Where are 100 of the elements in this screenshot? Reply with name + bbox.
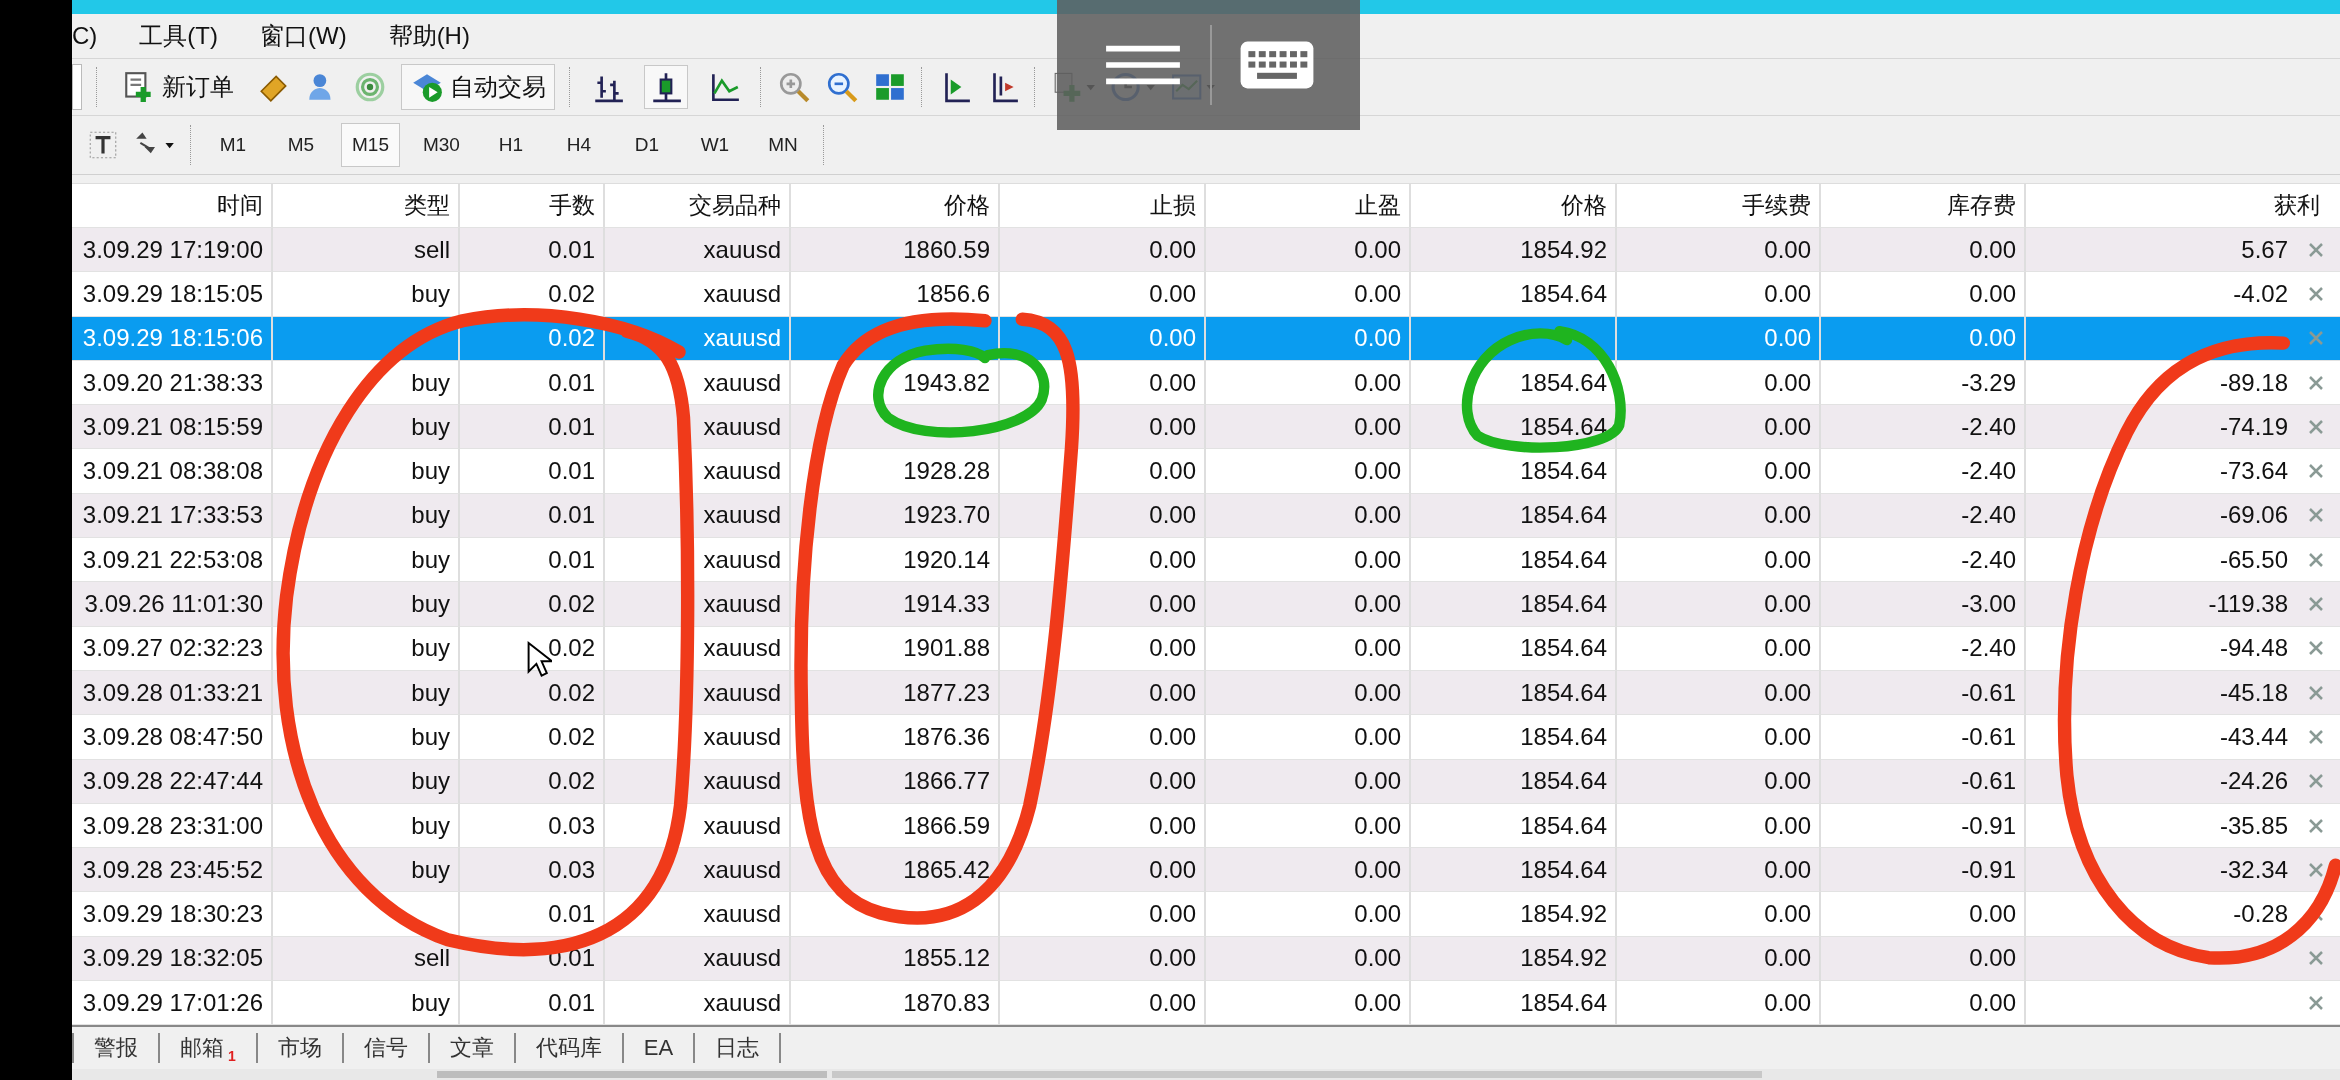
period-button[interactable]: M1 (205, 123, 261, 167)
period-button[interactable]: M15 (341, 123, 400, 167)
table-cell: 3.09.29 17:01:26 (82, 988, 263, 1017)
table-cell: 0.00 (1764, 634, 1811, 663)
bottom-tab[interactable]: EA (623, 1035, 694, 1062)
table-cell: xauusd (703, 501, 781, 530)
period-button[interactable]: H1 (482, 123, 539, 167)
table-cell: -0.91 (1961, 855, 2016, 884)
table-cell: -74.19 (2219, 412, 2288, 441)
bottom-tab[interactable]: 邮箱 $_{1}$ (160, 1033, 256, 1064)
zoom-out-icon[interactable] (825, 70, 859, 104)
table-cell: 0.00 (1354, 988, 1401, 1017)
table-cell: -119.38 (2208, 590, 2288, 618)
menu-item[interactable]: 帮助(H) (388, 20, 470, 52)
table-cell: 1943.82 (903, 368, 990, 397)
menu-item[interactable]: 工具(T) (139, 20, 218, 52)
table-cell: 0.01 (548, 501, 595, 530)
table-cell: 0.00 (1149, 678, 1196, 707)
signal-icon[interactable] (353, 70, 387, 104)
table-cell: 0.00 (1764, 678, 1811, 707)
scrollbar-thumb[interactable] (437, 1071, 827, 1079)
period-button[interactable]: D1 (618, 123, 675, 167)
table-row[interactable]: 3.09.29 17:19:00 sell 0.01 xauusd 1860.59 0.00 0.00 1854.92 0.00 0.00 5.67 (72, 228, 2340, 273)
table-cell: 0.00 (1764, 855, 1811, 884)
table-cell: sell (414, 235, 450, 264)
table-row[interactable]: 3.09.29 18:15:05 buy 0.02 xauusd 1856.6 0.00 0.00 1854.64 0.00 0.00 -4.02 (72, 272, 2340, 317)
table-cell: 1854.64 (1520, 368, 1607, 397)
table-row[interactable]: 3.09.21 17:33:53 buy 0.01 xauusd 1923.70 0.00 0.00 1854.64 0.00 -2.40 -69.06 (72, 493, 2340, 539)
table-cell: 0.00 (1354, 412, 1401, 441)
table-cell: -2.40 (1961, 412, 2016, 441)
table-cell: 3.09.21 17:33:53 (82, 501, 263, 530)
table-cell: buy (411, 412, 450, 441)
table-cell: 3.09.21 22:53:08 (82, 545, 263, 574)
table-cell: -2.40 (1961, 501, 2016, 530)
table-cell: 0.00 (1764, 944, 1811, 973)
table-row[interactable]: 3.09.29 17:01:26 buy 0.01 xauusd 1870.83 0.00 0.00 1854.64 0.00 0.00 (72, 981, 2340, 1026)
bottom-tab[interactable]: 信号 (343, 1033, 428, 1064)
table-cell: buy (411, 545, 450, 574)
table-row[interactable]: 3.09.28 22:47:44 buy 0.02 xauusd 1866.77 0.00 0.00 1854.64 0.00 -0.61 -24.26 (72, 759, 2340, 804)
table-cell: 0.02 (548, 634, 595, 663)
table-row[interactable]: 3.09.28 23:45:52 buy 0.03 xauusd 1865.42 0.00 0.00 1854.64 0.00 -0.91 -32.34 (72, 848, 2340, 893)
table-cell: 0.00 (1149, 279, 1196, 308)
period-button[interactable]: M5 (273, 123, 329, 167)
candlestick-button[interactable] (644, 65, 688, 109)
table-row[interactable]: 3.09.21 22:53:08 buy 0.01 xauusd 1920.14 0.00 0.00 1854.64 0.00 -2.40 -65.50 (72, 538, 2340, 583)
table-cell: buy (411, 855, 450, 884)
table-cell: -2.40 (1961, 457, 2016, 486)
period-button[interactable]: M30 (411, 123, 471, 167)
table-cell: 1923.70 (903, 501, 990, 530)
table-cell: 1865.42 (903, 855, 990, 884)
table-cell: 0.00 (1969, 324, 2016, 353)
table-row[interactable]: 3.09.20 21:38:33 buy 0.01 xauusd 1943.82 0.00 0.00 1854.64 0.00 -3.29 -89.18 (72, 360, 2340, 406)
period-button[interactable]: H4 (550, 123, 607, 167)
table-cell: buy (411, 722, 450, 751)
table-cell: 3.09.29 18:30:23 (82, 900, 263, 929)
bottom-tab[interactable]: 市场 (257, 1033, 342, 1064)
table-cell: 0.00 (1149, 634, 1196, 663)
toolbar-button[interactable] (72, 64, 82, 110)
table-row[interactable]: 3.09.21 08:38:08 buy 0.01 xauusd 1928.28 0.00 0.00 1854.64 0.00 -2.40 -73.64 (72, 449, 2340, 494)
menu-item[interactable]: 窗口(W) (260, 20, 347, 52)
table-cell: xauusd (703, 944, 781, 973)
table-row[interactable]: 3.09.28 23:31:00 buy 0.03 xauusd 1866.59 0.00 0.00 1854.64 0.00 -0.91 -35.85 (72, 803, 2340, 849)
table-cell: 0.00 (1764, 235, 1811, 264)
table-row[interactable]: 3.09.28 08:47:50 buy 0.02 xauusd 1876.36 0.00 0.00 1854.64 0.00 -0.61 -43.44 (72, 715, 2340, 760)
table-cell: 0.00 (1764, 722, 1811, 751)
table-cell: buy (411, 678, 450, 707)
table-cell: 0.01 (548, 368, 595, 397)
autotrading-button[interactable]: 自动交易 (401, 64, 555, 110)
table-cell: buy (411, 811, 450, 840)
table-cell: 0.01 (548, 900, 595, 929)
table-cell: 0.00 (1969, 279, 2016, 308)
table-cell: 0.00 (1149, 855, 1196, 884)
bottom-tab[interactable]: 日志 (695, 1033, 780, 1064)
scrollbar-thumb[interactable] (832, 1071, 1762, 1079)
table-row[interactable]: 3.09.26 11:01:30 buy 0.02 xauusd 1914.33 0.00 0.00 1854.64 0.00 -3.00 -119.38 (72, 582, 2340, 627)
table-cell: 0.00 (1354, 235, 1401, 264)
period-button[interactable]: W1 (686, 123, 743, 167)
table-cell: xauusd (703, 324, 781, 353)
table-cell: 1854.64 (1520, 767, 1607, 796)
table-cell: 0.00 (1354, 634, 1401, 663)
table-cell: 1854.92 (1520, 900, 1607, 929)
bottom-tab[interactable]: 代码库 (515, 1033, 622, 1064)
bottom-tab[interactable]: 文章 (429, 1033, 514, 1064)
table-row[interactable]: 3.09.28 01:33:21 buy 0.02 xauusd 1877.23 0.00 0.00 1854.64 0.00 -0.61 -45.18 (72, 670, 2340, 716)
table-cell: 0.00 (1764, 368, 1811, 397)
table-cell: 0.00 (1149, 722, 1196, 751)
table-cell: 1854.64 (1520, 855, 1607, 884)
bottom-tab[interactable]: 警报 (74, 1033, 158, 1064)
table-cell: buy (411, 634, 450, 663)
table-cell: 0.00 (1354, 457, 1401, 486)
menu-item[interactable]: C) (72, 22, 98, 50)
table-row[interactable]: 3.09.27 02:32:23 buy 0.02 xauusd 1901.88 0.00 0.00 1854.64 0.00 -2.40 -94.48 (72, 626, 2340, 671)
period-button[interactable]: MN (754, 123, 811, 167)
new-order-button[interactable]: 新订单 (113, 64, 243, 110)
zoom-in-icon[interactable] (777, 70, 811, 104)
table-cell: -89.18 (2219, 368, 2288, 397)
table-cell: 0.03 (548, 811, 595, 840)
table-cell: -35.85 (2219, 811, 2288, 840)
table-cell: -73.64 (2219, 457, 2288, 486)
table-row[interactable]: 3.09.21 08:15:59 buy 0.01 xauusd 0.00 0.00 1854.64 0.00 -2.40 -74.19 (72, 405, 2340, 450)
